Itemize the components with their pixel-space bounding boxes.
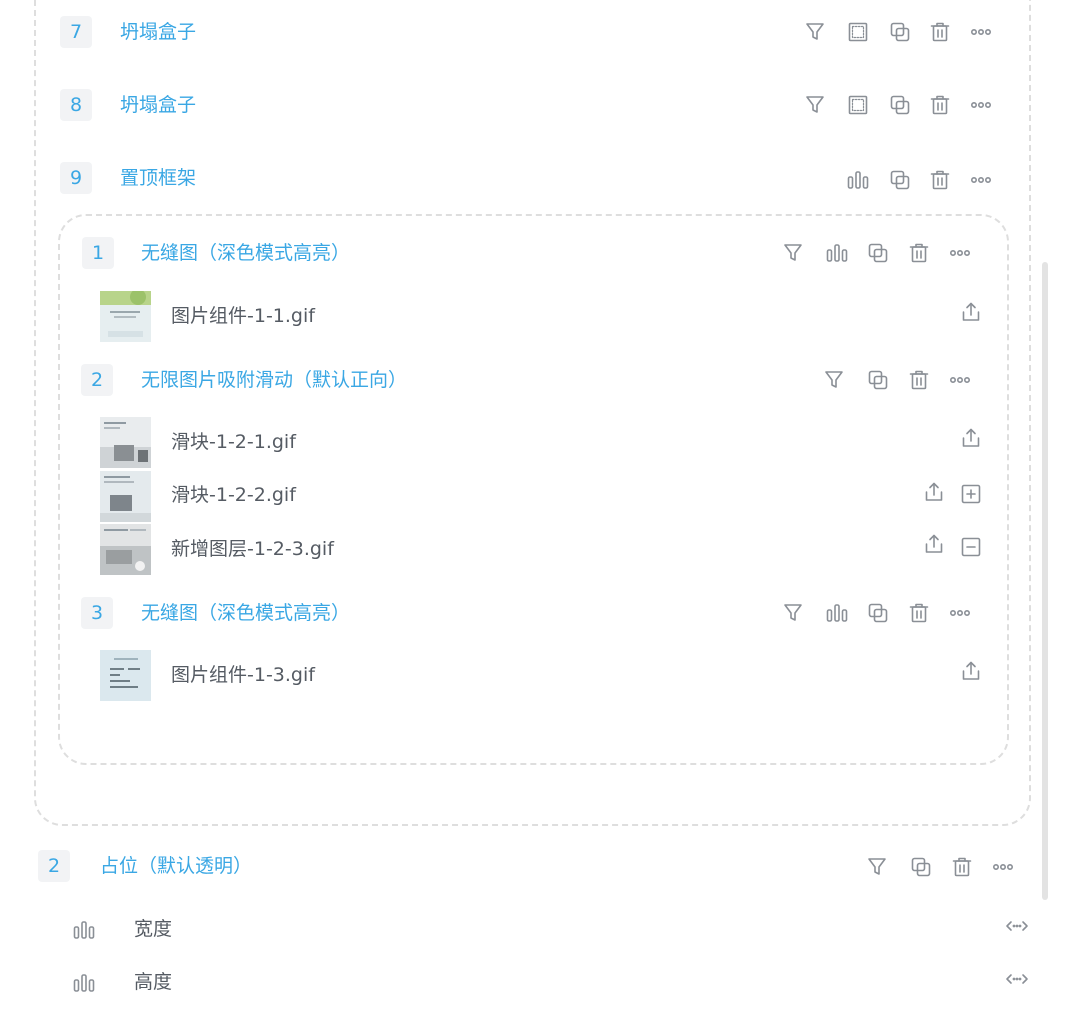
trash-icon[interactable]: [907, 241, 931, 265]
upload-icon[interactable]: [959, 426, 983, 450]
minus-square-icon[interactable]: [959, 535, 983, 559]
child-title[interactable]: 无缝图（深色模式高亮）: [141, 600, 350, 626]
trash-icon[interactable]: [928, 93, 952, 117]
group-title[interactable]: 置顶框架: [120, 165, 196, 191]
filter-icon[interactable]: [865, 855, 889, 879]
layer-item-label[interactable]: 图片组件-1-3.gif: [171, 662, 315, 688]
more-icon[interactable]: [948, 368, 972, 392]
group-index-badge: 9: [60, 162, 92, 194]
trash-icon[interactable]: [928, 20, 952, 44]
filter-icon[interactable]: [822, 368, 846, 392]
more-icon[interactable]: [969, 20, 993, 44]
bars-icon[interactable]: [825, 241, 849, 265]
resize-horizontal-icon[interactable]: [1005, 914, 1029, 938]
property-label-height: 高度: [134, 971, 173, 993]
group-title[interactable]: 坍塌盒子: [120, 92, 196, 118]
upload-icon[interactable]: [922, 480, 946, 504]
group-title[interactable]: 坍塌盒子: [120, 19, 196, 45]
more-icon[interactable]: [969, 168, 993, 192]
upload-icon[interactable]: [922, 532, 946, 556]
copy-icon[interactable]: [909, 855, 933, 879]
more-icon[interactable]: [969, 93, 993, 117]
trash-icon[interactable]: [907, 601, 931, 625]
layer-item-label[interactable]: 滑块-1-2-1.gif: [171, 429, 296, 455]
filter-icon[interactable]: [803, 20, 827, 44]
more-icon[interactable]: [948, 241, 972, 265]
child-index-badge: 3: [81, 597, 113, 629]
copy-icon[interactable]: [866, 368, 890, 392]
trash-icon[interactable]: [928, 168, 952, 192]
upload-icon[interactable]: [959, 300, 983, 324]
image-thumbnail: [100, 650, 151, 701]
filter-icon[interactable]: [781, 601, 805, 625]
child-title[interactable]: 无缝图（深色模式高亮）: [141, 240, 350, 266]
layer-item-label[interactable]: 滑块-1-2-2.gif: [171, 482, 296, 508]
scrollbar-thumb[interactable]: [1042, 262, 1048, 900]
upload-icon[interactable]: [959, 659, 983, 683]
property-label-width: 宽度: [134, 918, 173, 940]
layer-item-label[interactable]: 新增图层-1-2-3.gif: [171, 536, 334, 562]
bars-icon: [72, 971, 96, 995]
bars-icon[interactable]: [825, 601, 849, 625]
more-icon[interactable]: [991, 855, 1015, 879]
copy-icon[interactable]: [888, 93, 912, 117]
image-thumbnail: [100, 471, 151, 522]
child-index-badge: 1: [82, 237, 114, 269]
copy-icon[interactable]: [866, 601, 890, 625]
image-thumbnail: [100, 524, 151, 575]
bars-icon[interactable]: [846, 168, 870, 192]
image-thumbnail: [100, 291, 151, 342]
group-index-badge: 7: [60, 16, 92, 48]
filter-icon[interactable]: [781, 241, 805, 265]
group-index-badge: 2: [38, 850, 70, 882]
dotted-square-icon[interactable]: [846, 20, 870, 44]
more-icon[interactable]: [948, 601, 972, 625]
trash-icon[interactable]: [907, 368, 931, 392]
resize-horizontal-icon[interactable]: [1005, 967, 1029, 991]
trash-icon[interactable]: [950, 855, 974, 879]
child-index-badge: 2: [81, 364, 113, 396]
copy-icon[interactable]: [888, 168, 912, 192]
layer-item-label[interactable]: 图片组件-1-1.gif: [171, 303, 315, 329]
copy-icon[interactable]: [866, 241, 890, 265]
group-title[interactable]: 占位（默认透明）: [100, 853, 252, 879]
filter-icon[interactable]: [803, 93, 827, 117]
group-index-badge: 8: [60, 89, 92, 121]
child-title[interactable]: 无限图片吸附滑动（默认正向）: [141, 367, 407, 393]
copy-icon[interactable]: [888, 20, 912, 44]
dotted-square-icon[interactable]: [846, 93, 870, 117]
image-thumbnail: [100, 417, 151, 468]
bars-icon: [72, 918, 96, 942]
plus-square-icon[interactable]: [959, 482, 983, 506]
